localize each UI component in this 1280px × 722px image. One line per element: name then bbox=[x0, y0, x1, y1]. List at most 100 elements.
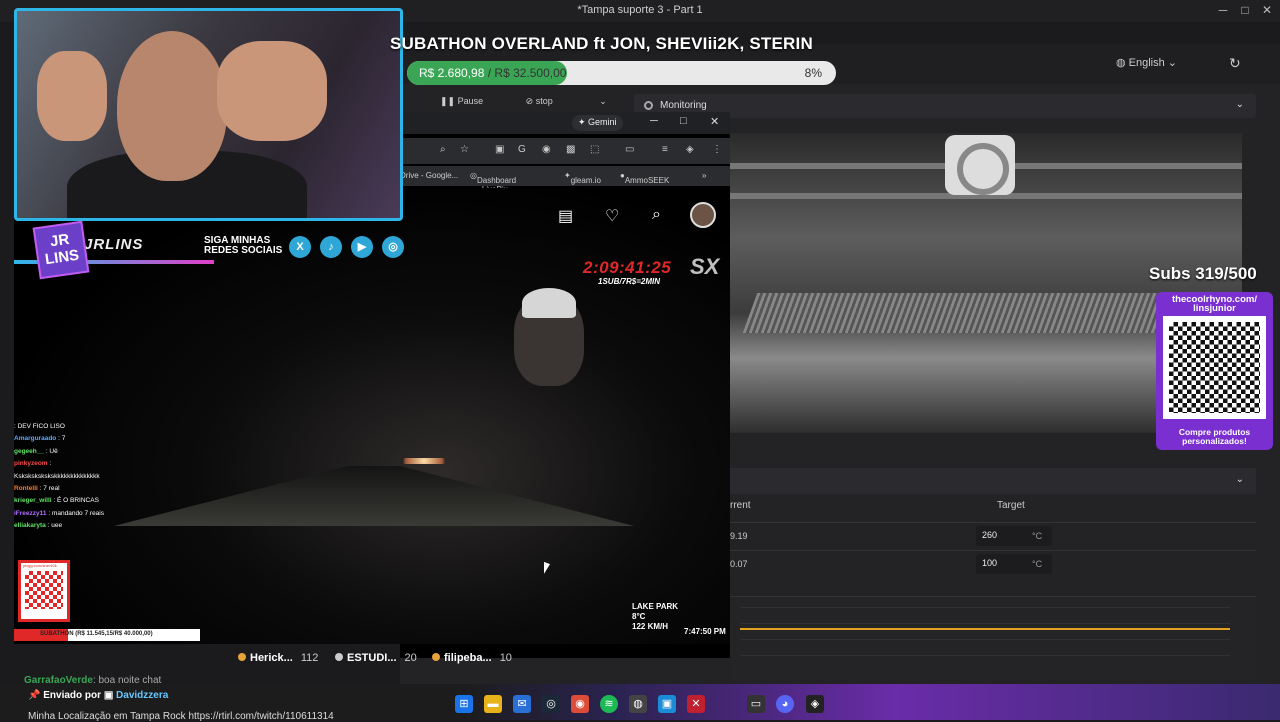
chat-user: Amarguraado bbox=[14, 435, 57, 443]
heart-icon[interactable]: ♡ bbox=[605, 206, 619, 226]
discord-icon[interactable]: ◕ bbox=[776, 695, 794, 713]
stop-button[interactable]: ⊘ stop bbox=[526, 96, 553, 106]
chat-user: pinkyzeom bbox=[14, 460, 48, 468]
extension-icon[interactable]: ▩ bbox=[566, 144, 575, 155]
maximize-button[interactable]: □ bbox=[1234, 3, 1256, 17]
media-icon[interactable]: ≡ bbox=[662, 144, 668, 155]
google-icon[interactable]: G bbox=[518, 144, 526, 155]
chrome-icon[interactable]: ◉ bbox=[571, 695, 589, 713]
chevron-down-icon: ⌄ bbox=[1235, 99, 1244, 110]
gemini-button[interactable]: ✦ Gemini bbox=[572, 115, 623, 131]
bookmark-item[interactable]: ◎ Dashboard - LivePix bbox=[470, 171, 516, 194]
spotify-icon[interactable]: ≋ bbox=[600, 695, 618, 713]
chat-text: : É O BRINCAS bbox=[53, 497, 99, 505]
app-icon[interactable]: ✕ bbox=[687, 695, 705, 713]
pin-icon: 📌 bbox=[28, 690, 44, 701]
subs-counter: Subs 319/500 bbox=[1149, 264, 1257, 283]
temp-unit: °C bbox=[1032, 559, 1043, 569]
minimize-button[interactable]: ─ bbox=[1212, 3, 1234, 17]
windows-start-icon[interactable]: ⊞ bbox=[455, 695, 473, 713]
qr-code bbox=[1163, 316, 1266, 419]
clock-label: 7:47:50 PM bbox=[684, 627, 726, 636]
steam-icon[interactable]: ◎ bbox=[542, 695, 560, 713]
facecam bbox=[14, 8, 403, 221]
coin-icon bbox=[238, 653, 246, 661]
menu-icon[interactable]: ⋮ bbox=[712, 144, 722, 155]
refresh-icon[interactable]: ↻ bbox=[1229, 55, 1241, 72]
chat-text: : DEV FICO LISO bbox=[14, 423, 65, 430]
obs-icon[interactable]: ◍ bbox=[629, 695, 647, 713]
dash-overlay: LAKE PARK 8°C 122 KM/H bbox=[632, 602, 678, 632]
monitoring-label: Monitoring bbox=[660, 100, 707, 111]
search-icon[interactable]: ⌕ bbox=[652, 206, 661, 224]
chat-user: krieger_willi bbox=[14, 497, 52, 505]
chat-user: iFreezzy11 bbox=[14, 509, 47, 517]
chat-text: : uee bbox=[47, 522, 63, 530]
target-column-header: Target bbox=[997, 500, 1025, 511]
bookmark-item[interactable]: Drive - Google... bbox=[400, 171, 458, 180]
instagram-icon: ◎ bbox=[382, 236, 404, 258]
extension-icon[interactable]: ◉ bbox=[542, 144, 551, 155]
user-badge-icon: ▣ bbox=[103, 690, 114, 701]
minimize-button[interactable]: ─ bbox=[650, 115, 658, 127]
coin-icon bbox=[335, 653, 343, 661]
mail-icon[interactable]: ✉ bbox=[513, 695, 531, 713]
bookmark-label: AmmoSEEK bbox=[624, 176, 670, 185]
more-bookmarks-button[interactable]: » bbox=[702, 171, 706, 180]
zoom-icon[interactable]: ⌕ bbox=[440, 144, 446, 155]
stop-label: stop bbox=[535, 96, 553, 106]
clips-icon[interactable]: ▤ bbox=[558, 206, 573, 226]
chat-text: : bbox=[49, 460, 52, 468]
pix-qr-code: pixgg.com/shevii2k bbox=[18, 560, 70, 622]
temp-unit: °C bbox=[1032, 531, 1043, 541]
channel-name: JRLINS bbox=[84, 236, 144, 253]
coin-icon bbox=[432, 653, 440, 661]
leader-count: 20 bbox=[404, 652, 417, 664]
mouse-cursor-icon bbox=[544, 561, 550, 577]
app-icon[interactable]: ◈ bbox=[806, 695, 824, 713]
graph-grid bbox=[740, 607, 1230, 671]
close-button[interactable]: ✕ bbox=[710, 115, 719, 128]
temperature-panel-header[interactable]: ⌄ bbox=[730, 468, 1256, 494]
chat-text: : mandando 7 reais bbox=[48, 509, 104, 517]
extension-icon[interactable]: ▣ bbox=[495, 144, 504, 155]
star-icon[interactable]: ☆ bbox=[460, 144, 469, 155]
leader-count: 10 bbox=[499, 652, 512, 664]
chevron-down-icon[interactable]: ⌄ bbox=[599, 96, 607, 106]
timer-rule: 1SUB/7R$=2MIN bbox=[598, 277, 661, 286]
goal-separator: / bbox=[484, 66, 495, 80]
sent-by-label: Enviado por bbox=[43, 690, 102, 701]
close-button[interactable]: ✕ bbox=[1256, 3, 1278, 17]
chat-text: : Uê bbox=[45, 447, 58, 455]
chat-message: elliakaryta : uee bbox=[14, 520, 214, 532]
subathon-timer: 2:09:41:25 bbox=[583, 258, 672, 277]
language-label: English bbox=[1128, 57, 1165, 69]
avatar[interactable] bbox=[690, 202, 716, 228]
sent-by: 📌 Enviado por ▣ Davidzzera bbox=[28, 690, 168, 701]
chat-user: GarrafaoVerde bbox=[24, 675, 93, 686]
puzzle-icon[interactable]: ⬚ bbox=[590, 144, 599, 155]
terminal-icon[interactable]: ▭ bbox=[747, 695, 765, 713]
file-explorer-icon[interactable]: ▬ bbox=[484, 695, 502, 713]
stream-chat: : DEV FICO LISO Amarguraado : 7 gegeeh__… bbox=[14, 421, 214, 533]
goal-amounts: R$ 2.680,98 / R$ 32.500,00 bbox=[419, 66, 566, 80]
app-icon[interactable]: ▣ bbox=[658, 695, 676, 713]
bookmark-item[interactable]: ● AmmoSEEK bbox=[620, 171, 669, 185]
chat-message: iFreezzy11 : mandando 7 reais bbox=[14, 508, 214, 520]
chat-message: Kskskskskskskkkkkkkkkkkkkk bbox=[14, 471, 214, 483]
chat-text: : boa noite chat bbox=[92, 675, 162, 686]
chat-message: Rontelli : 7 real bbox=[14, 483, 214, 495]
bookmark-label: gleam.io bbox=[570, 176, 601, 185]
maximize-button[interactable]: □ bbox=[680, 115, 687, 127]
streamer-hand bbox=[217, 41, 327, 141]
profile-icon[interactable]: ◈ bbox=[686, 144, 694, 155]
chat-message: : DEV FICO LISO bbox=[14, 421, 214, 433]
bookmark-item[interactable]: ✦ gleam.io bbox=[564, 171, 601, 185]
streamer-hand bbox=[37, 51, 107, 141]
donation-goal-bar: R$ 2.680,98 / R$ 32.500,00 8% bbox=[407, 61, 836, 85]
latest-chat: GarrafaoVerde: boa noite chat bbox=[24, 675, 161, 686]
language-selector[interactable]: ◍ English ⌄ bbox=[1116, 56, 1177, 69]
cast-icon[interactable]: ▭ bbox=[625, 144, 634, 155]
pause-button[interactable]: ❚❚ Pause bbox=[440, 96, 483, 106]
qr-url: thecoolrhyno.com/ linsjunior bbox=[1172, 294, 1257, 314]
